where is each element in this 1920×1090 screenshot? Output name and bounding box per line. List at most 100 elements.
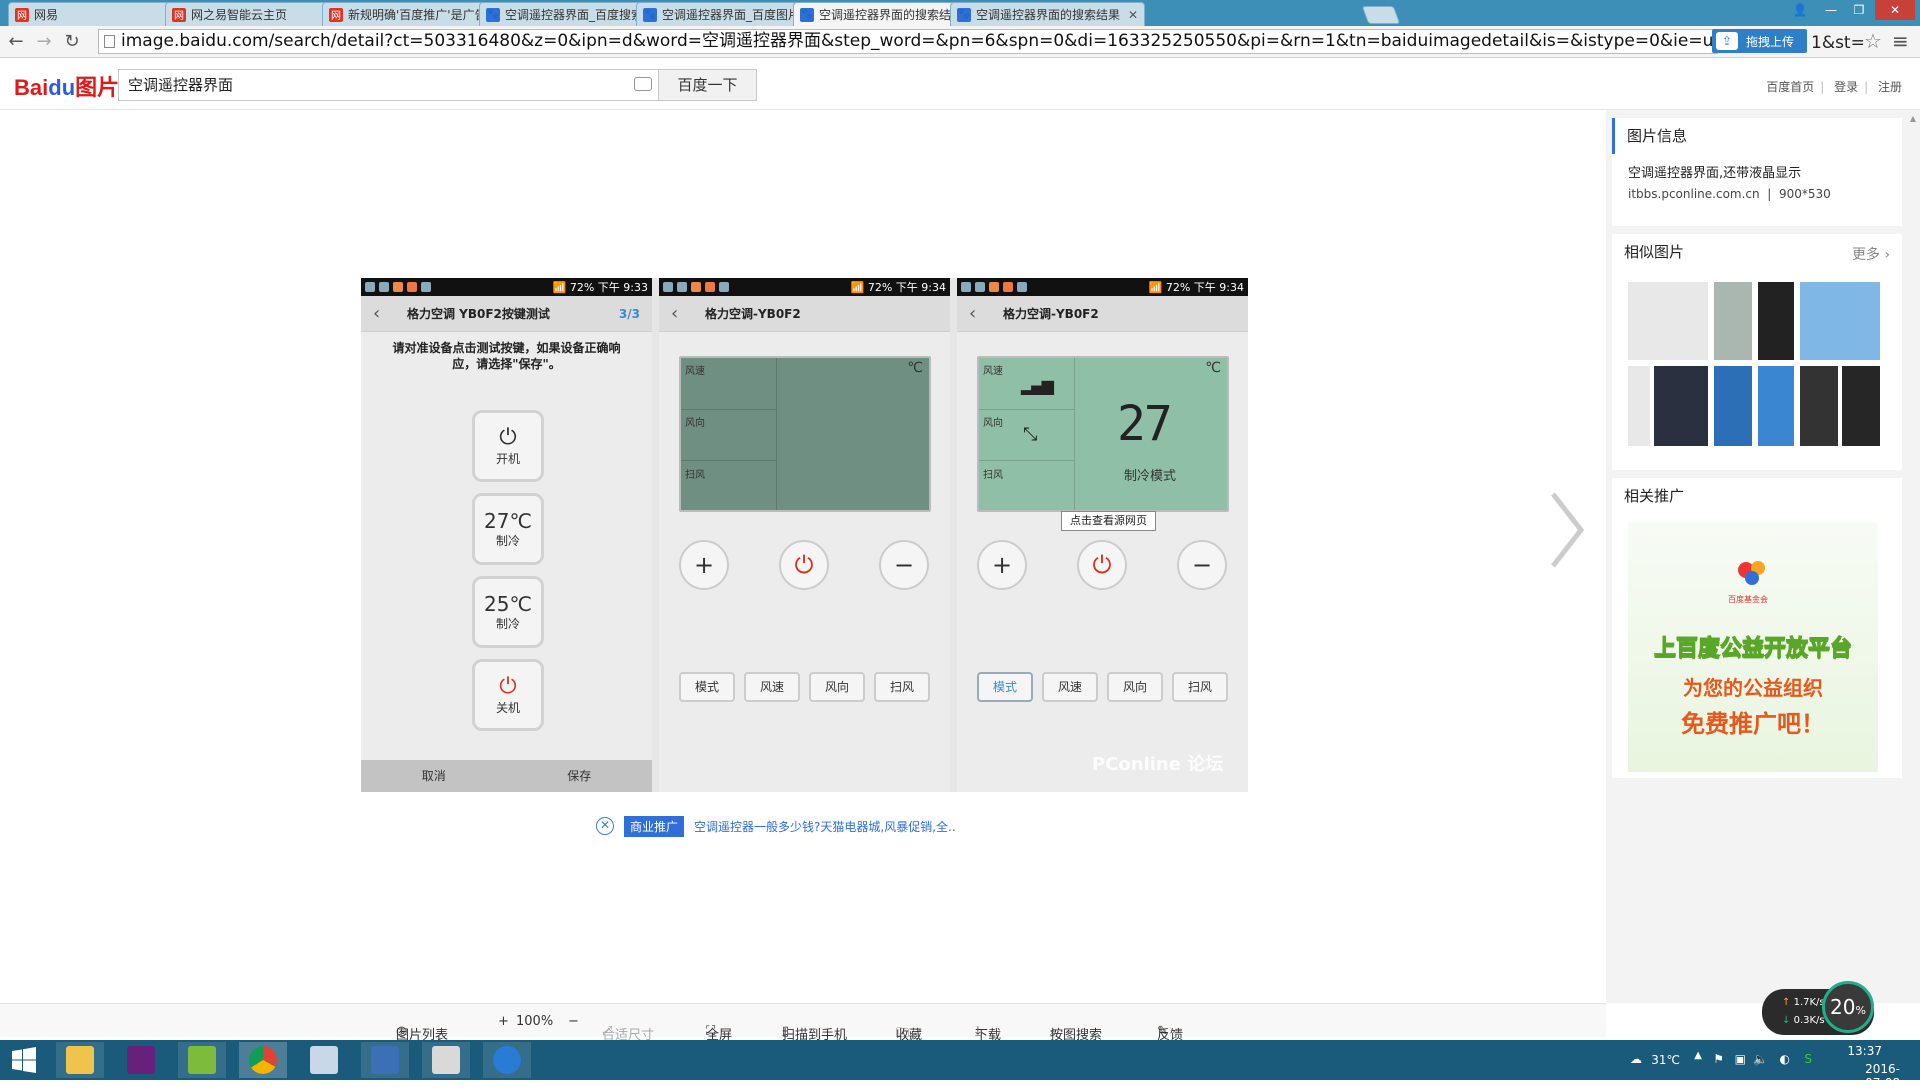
tab-title: 空调遥控器界面的搜索结果: [819, 8, 964, 22]
menu-icon[interactable]: ≡: [1892, 29, 1909, 53]
notification-icons: [365, 282, 431, 292]
next-image-arrow-icon[interactable]: [1547, 490, 1587, 570]
taskbar-paint[interactable]: [300, 1042, 348, 1078]
thumbnail[interactable]: [1714, 366, 1752, 446]
zoom-out-button[interactable]: −: [568, 1014, 579, 1029]
restore-icon[interactable]: ❐: [1845, 0, 1873, 20]
thumbnail[interactable]: [1842, 366, 1880, 446]
fan-direction-button[interactable]: 风向: [809, 672, 865, 702]
swing-button[interactable]: 扫风: [1172, 672, 1228, 702]
power-icon: ⏻: [499, 424, 517, 450]
lcd-display: 风速 风向 扫风 ℃: [679, 356, 931, 512]
taskbar-chrome[interactable]: [239, 1042, 287, 1078]
fan-direction-button[interactable]: 风向: [1107, 672, 1163, 702]
close-icon[interactable]: ✕: [1128, 8, 1138, 22]
power-off-button[interactable]: ⏻ 关机: [472, 659, 544, 731]
zoom-in-button[interactable]: +: [498, 1014, 509, 1029]
taskbar-app[interactable]: [422, 1042, 470, 1078]
thumbnail[interactable]: [1714, 282, 1752, 360]
power-on-button[interactable]: ⏻ 开机: [472, 410, 544, 482]
mode-button[interactable]: 模式: [977, 672, 1033, 702]
taskbar-notepad[interactable]: [178, 1042, 226, 1078]
weather-temp: 31℃: [1651, 1053, 1680, 1067]
temp-up-button[interactable]: +: [679, 540, 729, 590]
save-button[interactable]: 保存: [507, 760, 653, 792]
cool-27-button[interactable]: 27℃ 制冷: [472, 493, 544, 565]
search-button[interactable]: 百度一下: [659, 69, 757, 101]
taskbar-visual-studio[interactable]: [117, 1042, 165, 1078]
wifi-icon: 📶: [1148, 281, 1163, 294]
paint-icon: [310, 1046, 338, 1074]
cool-25-button[interactable]: 25℃ 制冷: [472, 576, 544, 648]
preview-image[interactable]: 📶 72% 下午 9:33 ‹ 格力空调 YB0F2按键测试 3/3 请对准设备点击…: [361, 278, 1248, 792]
lcd-divider: [979, 460, 1074, 461]
clock-date[interactable]: 2016-07-08: [1865, 1062, 1900, 1090]
upload-speed: ↑ 1.7K/s: [1782, 997, 1825, 1008]
memory-usage-circle: 20%: [1822, 981, 1874, 1033]
url-field[interactable]: image.baidu.com/search/detail?ct=5033164…: [98, 29, 1718, 54]
cancel-button[interactable]: 取消: [361, 760, 507, 792]
fan-speed-button[interactable]: 风速: [744, 672, 800, 702]
image-source-link[interactable]: itbbs.pconline.com.cn: [1628, 187, 1760, 201]
link-register[interactable]: 注册: [1878, 80, 1902, 94]
link-login[interactable]: 登录: [1834, 80, 1858, 94]
tab-result-2[interactable]: 🐾 空调遥控器界面的搜索结果 ✕: [950, 2, 1145, 26]
close-window-icon[interactable]: ✕: [1875, 0, 1915, 20]
divider: |: [1820, 80, 1825, 94]
new-tab-button[interactable]: [1361, 6, 1401, 24]
taskbar-remote-desktop[interactable]: [361, 1042, 409, 1078]
phone-title: 格力空调 YB0F2按键测试: [407, 307, 550, 321]
power-button[interactable]: ⏻: [1077, 540, 1127, 590]
view-source-tooltip: 点击查看源网页: [1061, 511, 1156, 531]
similar-more-link[interactable]: 更多 ›: [1852, 244, 1890, 264]
thumbnail[interactable]: [1628, 282, 1708, 360]
thumbnail[interactable]: [1628, 366, 1650, 446]
star-icon[interactable]: ☆: [1864, 29, 1882, 53]
forward-icon[interactable]: →: [32, 30, 56, 54]
temp-down-button[interactable]: −: [879, 540, 929, 590]
flag-icon[interactable]: ⚑: [1713, 1052, 1724, 1066]
tray-expand-icon[interactable]: ▲: [1694, 1050, 1702, 1061]
clock-time[interactable]: 13:37: [1847, 1044, 1882, 1058]
thumbnail[interactable]: [1800, 282, 1880, 360]
fan-speed-button[interactable]: 风速: [1042, 672, 1098, 702]
back-icon[interactable]: ‹: [671, 303, 705, 324]
user-icon[interactable]: 👤: [1786, 0, 1814, 20]
lcd-divider: [776, 358, 777, 510]
swing-button[interactable]: 扫风: [874, 672, 930, 702]
status-time: 下午 9:33: [597, 281, 648, 294]
app-tray-icon[interactable]: ◐: [1780, 1052, 1790, 1066]
thumbnail[interactable]: [1654, 366, 1708, 446]
temp-down-button[interactable]: −: [1177, 540, 1227, 590]
mode-button[interactable]: 模式: [679, 672, 735, 702]
taskbar-app-blue[interactable]: [483, 1042, 531, 1078]
baidu-image-logo[interactable]: Baidu图片: [14, 70, 119, 102]
volume-icon[interactable]: 🔈: [1753, 1052, 1768, 1066]
s-tray-icon[interactable]: S: [1804, 1052, 1812, 1066]
app-icon: [432, 1046, 460, 1074]
taskbar-explorer[interactable]: [56, 1042, 104, 1078]
power-button[interactable]: ⏻: [779, 540, 829, 590]
network-icon[interactable]: ▣: [1735, 1052, 1746, 1066]
temp-up-button[interactable]: +: [977, 540, 1027, 590]
minimize-icon[interactable]: —: [1817, 0, 1845, 20]
thumbnail[interactable]: [1758, 366, 1794, 446]
link-home[interactable]: 百度首页: [1766, 80, 1814, 94]
promo-banner[interactable]: 百度基金会 上百度公益开放平台 为您的公益组织 免费推广吧！: [1628, 522, 1878, 772]
memory-percent: 20: [1830, 995, 1856, 1019]
start-button[interactable]: [0, 1042, 48, 1078]
back-icon[interactable]: ‹: [373, 303, 407, 324]
scroll-up-icon[interactable]: ▲: [1910, 114, 1916, 123]
ad-link[interactable]: 空调遥控器一般多少钱?天猫电器城,风暴促销,全..: [694, 818, 956, 835]
weather-icon[interactable]: ☁: [1630, 1052, 1642, 1066]
reload-icon[interactable]: ↻: [60, 30, 84, 54]
camera-icon[interactable]: [634, 77, 652, 91]
thumbnail[interactable]: [1758, 282, 1794, 360]
search-input[interactable]: 空调遥控器界面: [118, 69, 659, 101]
close-ad-icon[interactable]: ✕: [596, 817, 614, 835]
drag-upload-button[interactable]: ⇪ 拖拽上传: [1712, 29, 1807, 53]
thumbnail[interactable]: [1800, 366, 1838, 446]
network-speed-widget[interactable]: ↑ 1.7K/s ↓ 0.3K/s 20%: [1762, 981, 1874, 1035]
back-icon[interactable]: ←: [4, 30, 28, 54]
back-icon[interactable]: ‹: [969, 303, 1003, 324]
